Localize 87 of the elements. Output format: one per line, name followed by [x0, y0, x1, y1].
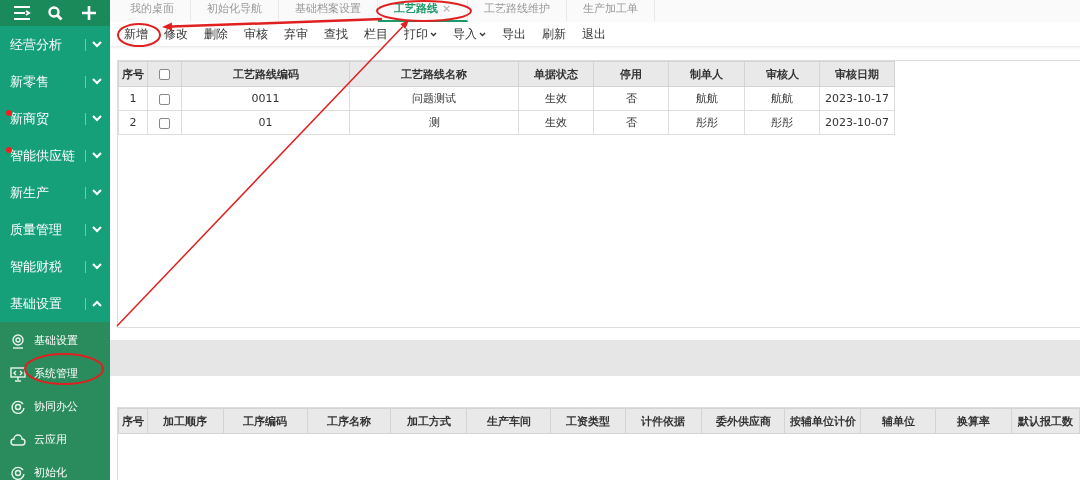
toolbar-button[interactable]: 导入: [445, 24, 494, 44]
submenu-item[interactable]: 云应用: [0, 423, 110, 456]
toolbar-button[interactable]: 栏目: [356, 24, 396, 44]
checkbox[interactable]: [159, 69, 170, 80]
chevron-down-icon: [92, 189, 102, 196]
table-cell: 2023-10-07: [819, 110, 895, 135]
checkbox[interactable]: [159, 93, 170, 105]
column-header: 工序编码: [223, 408, 308, 434]
submenu-item[interactable]: 基础设置: [0, 324, 110, 357]
monitor-icon: [10, 365, 26, 382]
checkbox[interactable]: [159, 117, 170, 129]
toolbar-button[interactable]: 刷新: [534, 24, 574, 44]
table-cell: 测: [349, 110, 519, 135]
highlight-ring: [117, 23, 161, 47]
menu-icon[interactable]: [12, 6, 31, 20]
column-header: 加工顺序: [147, 408, 224, 434]
column-header: 生产车间: [466, 408, 551, 434]
chevron-down-icon: [92, 115, 102, 122]
column-header: 工艺路线编码: [181, 61, 350, 87]
close-icon[interactable]: ×: [442, 2, 452, 15]
sidebar-item[interactable]: 智能供应链: [0, 137, 110, 174]
chevron-down-icon: [92, 41, 102, 48]
plus-icon[interactable]: [81, 5, 98, 21]
table-cell: 否: [593, 110, 669, 135]
table-cell: 2023-10-17: [819, 86, 895, 111]
column-header: 换算率: [935, 408, 1012, 434]
toolbar-button[interactable]: 修改: [156, 24, 196, 44]
toolbar-button[interactable]: 弃审: [276, 24, 316, 44]
submenu-item[interactable]: 系统管理: [0, 357, 110, 390]
column-header: 审核人: [744, 61, 820, 87]
toolbar-button[interactable]: 查找: [316, 24, 356, 44]
chevron-down-icon: [92, 78, 102, 85]
column-header: 辅单位: [860, 408, 936, 434]
table-cell: 生效: [518, 86, 594, 111]
table-cell: 1: [118, 86, 148, 111]
column-header: 审核日期: [819, 61, 895, 87]
table-cell: 彤彤: [668, 110, 745, 135]
column-header: 计件依据: [625, 408, 702, 434]
table-cell: 2: [118, 110, 148, 135]
sidebar-item[interactable]: 基础设置: [0, 285, 110, 322]
submenu-item[interactable]: 初始化: [0, 456, 110, 480]
chevron-down-icon: [92, 263, 102, 270]
sidebar-item[interactable]: 新零售: [0, 63, 110, 100]
column-header: 工资类型: [550, 408, 626, 434]
tab[interactable]: 生产加工单: [567, 0, 656, 22]
webcam-icon: [10, 332, 26, 349]
tab[interactable]: 我的桌面: [114, 0, 191, 22]
table-cell: 生效: [518, 110, 594, 135]
toolbar-button[interactable]: 新增: [116, 24, 156, 44]
column-header: 序号: [118, 408, 148, 434]
table-cell: 否: [593, 86, 669, 111]
column-header: 停用: [593, 61, 669, 87]
column-header: 序号: [118, 61, 148, 87]
table-cell: 0011: [181, 86, 350, 111]
ring-icon: [10, 398, 26, 415]
column-header: 加工方式: [390, 408, 467, 434]
toolbar-button[interactable]: 导出: [494, 24, 534, 44]
toolbar-button[interactable]: 删除: [196, 24, 236, 44]
column-header: 委外供应商: [701, 408, 785, 434]
table-cell: 彤彤: [744, 110, 820, 135]
ring-icon: [10, 464, 26, 480]
submenu-item[interactable]: 协同办公: [0, 390, 110, 423]
column-header: 默认报工数: [1011, 408, 1080, 434]
sidebar-item[interactable]: 质量管理: [0, 211, 110, 248]
chevron-down-icon: [92, 226, 102, 233]
sidebar-item[interactable]: 新生产: [0, 174, 110, 211]
sidebar-item[interactable]: 智能财税: [0, 248, 110, 285]
column-header: 按辅单位计价: [785, 408, 861, 434]
table-cell: 航航: [668, 86, 745, 111]
column-header: 制单人: [668, 61, 745, 87]
table-cell: 航航: [744, 86, 820, 111]
sidebar-item[interactable]: 经营分析: [0, 26, 110, 63]
toolbar-button[interactable]: 退出: [574, 24, 614, 44]
column-header: 工序名称: [307, 408, 391, 434]
tab[interactable]: 工艺路线维护: [468, 0, 568, 22]
chevron-up-icon: [92, 300, 102, 307]
tab[interactable]: 基础档案设置: [279, 0, 378, 22]
cloud-icon: [10, 431, 26, 448]
search-icon[interactable]: [48, 5, 64, 21]
tab[interactable]: 初始化导航: [191, 0, 279, 22]
table-cell: 问题测试: [349, 86, 519, 111]
table-cell: 01: [181, 110, 350, 135]
toolbar-button[interactable]: 审核: [236, 24, 276, 44]
column-header: 工艺路线名称: [349, 61, 519, 87]
column-header: 单据状态: [518, 61, 594, 87]
sidebar-item[interactable]: 新商贸: [0, 100, 110, 137]
chevron-down-icon: [92, 152, 102, 159]
